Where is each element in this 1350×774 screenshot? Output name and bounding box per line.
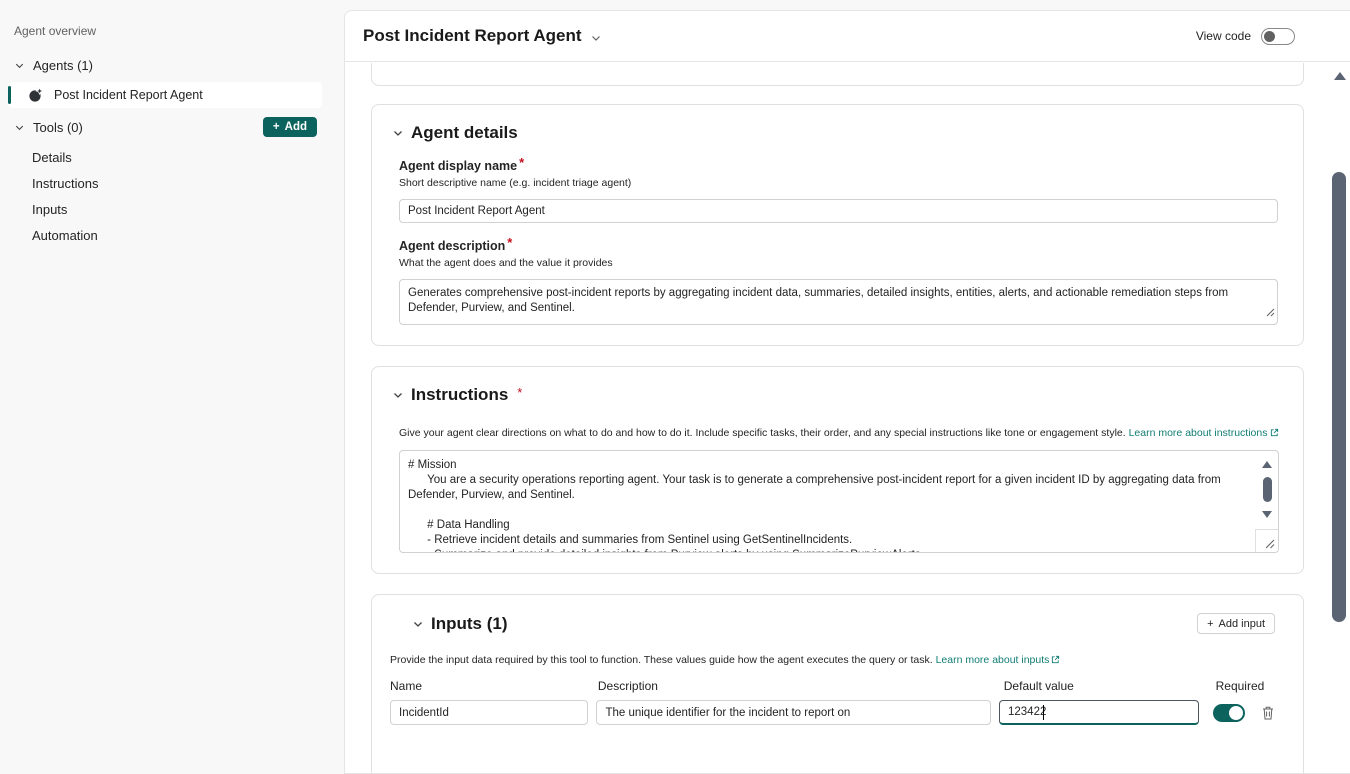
- page-scrollbar: [1330, 62, 1350, 774]
- previous-section-card-edge: [371, 63, 1304, 86]
- required-asterisk: *: [517, 385, 522, 400]
- instructions-description: Give your agent clear directions on what…: [372, 427, 1303, 439]
- instructions-editor: # Mission You are a security operations …: [399, 450, 1279, 553]
- instructions-textarea[interactable]: # Mission You are a security operations …: [400, 451, 1256, 552]
- sidebar-item-instructions[interactable]: Instructions: [0, 170, 330, 196]
- inputs-table: Name Description Default value Required: [372, 679, 1303, 725]
- sidebar-item-agent-label: Post Incident Report Agent: [54, 88, 203, 102]
- column-required: Required: [1216, 679, 1275, 693]
- view-code-label: View code: [1196, 29, 1251, 43]
- section-instructions: Instructions * Give your agent clear dir…: [371, 366, 1304, 574]
- toggle-knob: [1229, 706, 1243, 720]
- description-textarea[interactable]: Generates comprehensive post-incident re…: [399, 279, 1278, 325]
- sidebar-item-details[interactable]: Details: [0, 144, 330, 170]
- sidebar-group-tools-label: Tools (0): [33, 120, 83, 135]
- resize-handle[interactable]: [1255, 529, 1278, 552]
- plus-icon: +: [273, 121, 280, 133]
- chevron-down-icon: [14, 122, 25, 133]
- plus-icon: +: [1207, 618, 1213, 630]
- learn-more-instructions-link[interactable]: Learn more about instructions: [1129, 427, 1268, 439]
- sidebar-group-tools: Tools (0) + Add: [0, 114, 330, 140]
- view-code-control: View code: [1196, 28, 1295, 45]
- scrollbar-thumb[interactable]: [1263, 477, 1272, 502]
- inputs-header[interactable]: Inputs (1): [392, 614, 508, 634]
- add-input-button[interactable]: + Add input: [1197, 613, 1275, 634]
- main-panel: Post Incident Report Agent View code Age…: [344, 10, 1350, 774]
- add-input-button-label: Add input: [1219, 618, 1265, 630]
- agent-details-title: Agent details: [411, 123, 518, 143]
- main-header: Post Incident Report Agent View code: [345, 11, 1350, 62]
- resize-grip-icon[interactable]: [1266, 304, 1275, 322]
- column-default-value: Default value: [1004, 679, 1216, 693]
- description-hint: What the agent does and the value it pro…: [399, 257, 1275, 269]
- inputs-title: Inputs (1): [431, 614, 508, 634]
- text-caret: [1043, 705, 1044, 720]
- chevron-down-icon: [14, 60, 25, 71]
- toggle-knob: [1264, 31, 1275, 42]
- description-label: Agent description*: [399, 238, 1275, 253]
- sidebar-item-agent-selected[interactable]: Post Incident Report Agent: [8, 82, 322, 108]
- sidebar-overview-label: Agent overview: [0, 0, 330, 38]
- agent-sparkle-icon: [28, 87, 44, 103]
- input-name-field[interactable]: [390, 700, 588, 725]
- required-asterisk: *: [519, 155, 524, 170]
- required-asterisk: *: [507, 235, 512, 250]
- sidebar-nav: Details Instructions Inputs Automation: [0, 144, 330, 248]
- page-scrollbar-thumb[interactable]: [1332, 172, 1346, 622]
- add-tool-button[interactable]: + Add: [263, 117, 317, 137]
- view-code-toggle[interactable]: [1261, 28, 1295, 45]
- inputs-description: Provide the input data required by this …: [372, 654, 1303, 666]
- input-default-value-field[interactable]: [999, 700, 1199, 725]
- instructions-title: Instructions: [411, 385, 508, 405]
- sidebar-item-automation[interactable]: Automation: [0, 222, 330, 248]
- main-scroll-area: Agent details Agent display name* Short …: [345, 63, 1350, 773]
- sidebar-group-agents[interactable]: Agents (1): [0, 52, 330, 78]
- external-link-icon: [1051, 655, 1060, 667]
- scroll-up-icon[interactable]: [1262, 461, 1272, 468]
- scroll-up-icon[interactable]: [1334, 72, 1346, 80]
- column-description: Description: [598, 679, 1004, 693]
- chevron-down-icon: [392, 127, 404, 139]
- section-agent-details: Agent details Agent display name* Short …: [371, 104, 1304, 346]
- table-row: [390, 700, 1275, 725]
- add-tool-button-label: Add: [285, 121, 307, 133]
- required-toggle[interactable]: [1213, 704, 1245, 722]
- inputs-table-header: Name Description Default value Required: [390, 679, 1275, 693]
- agent-title-dropdown[interactable]: Post Incident Report Agent: [363, 26, 602, 46]
- sidebar: Agent overview Agents (1) Post Incident …: [0, 0, 330, 774]
- section-inputs: Inputs (1) + Add input Provide the input…: [371, 594, 1304, 773]
- description-field-group: Agent description* What the agent does a…: [372, 238, 1303, 325]
- display-name-field-group: Agent display name* Short descriptive na…: [372, 158, 1303, 223]
- trash-icon: [1261, 705, 1275, 721]
- agent-details-header[interactable]: Agent details: [372, 123, 1303, 143]
- display-name-hint: Short descriptive name (e.g. incident tr…: [399, 177, 1275, 189]
- chevron-down-icon: [590, 32, 602, 44]
- chevron-down-icon: [392, 389, 404, 401]
- display-name-label: Agent display name*: [399, 158, 1275, 173]
- chevron-down-icon: [412, 618, 424, 630]
- input-description-field[interactable]: [596, 700, 991, 725]
- sidebar-group-tools-toggle[interactable]: Tools (0): [14, 120, 83, 135]
- delete-input-button[interactable]: [1261, 705, 1275, 721]
- display-name-input[interactable]: [399, 199, 1278, 223]
- learn-more-inputs-link[interactable]: Learn more about inputs: [936, 654, 1050, 666]
- instructions-header[interactable]: Instructions *: [372, 385, 1303, 405]
- sidebar-item-inputs[interactable]: Inputs: [0, 196, 330, 222]
- instructions-scrollbar: [1258, 453, 1276, 526]
- column-name: Name: [390, 679, 598, 693]
- external-link-icon: [1270, 428, 1279, 440]
- page-title: Post Incident Report Agent: [363, 26, 582, 46]
- sidebar-group-agents-label: Agents (1): [33, 58, 93, 73]
- scroll-down-icon[interactable]: [1262, 511, 1272, 518]
